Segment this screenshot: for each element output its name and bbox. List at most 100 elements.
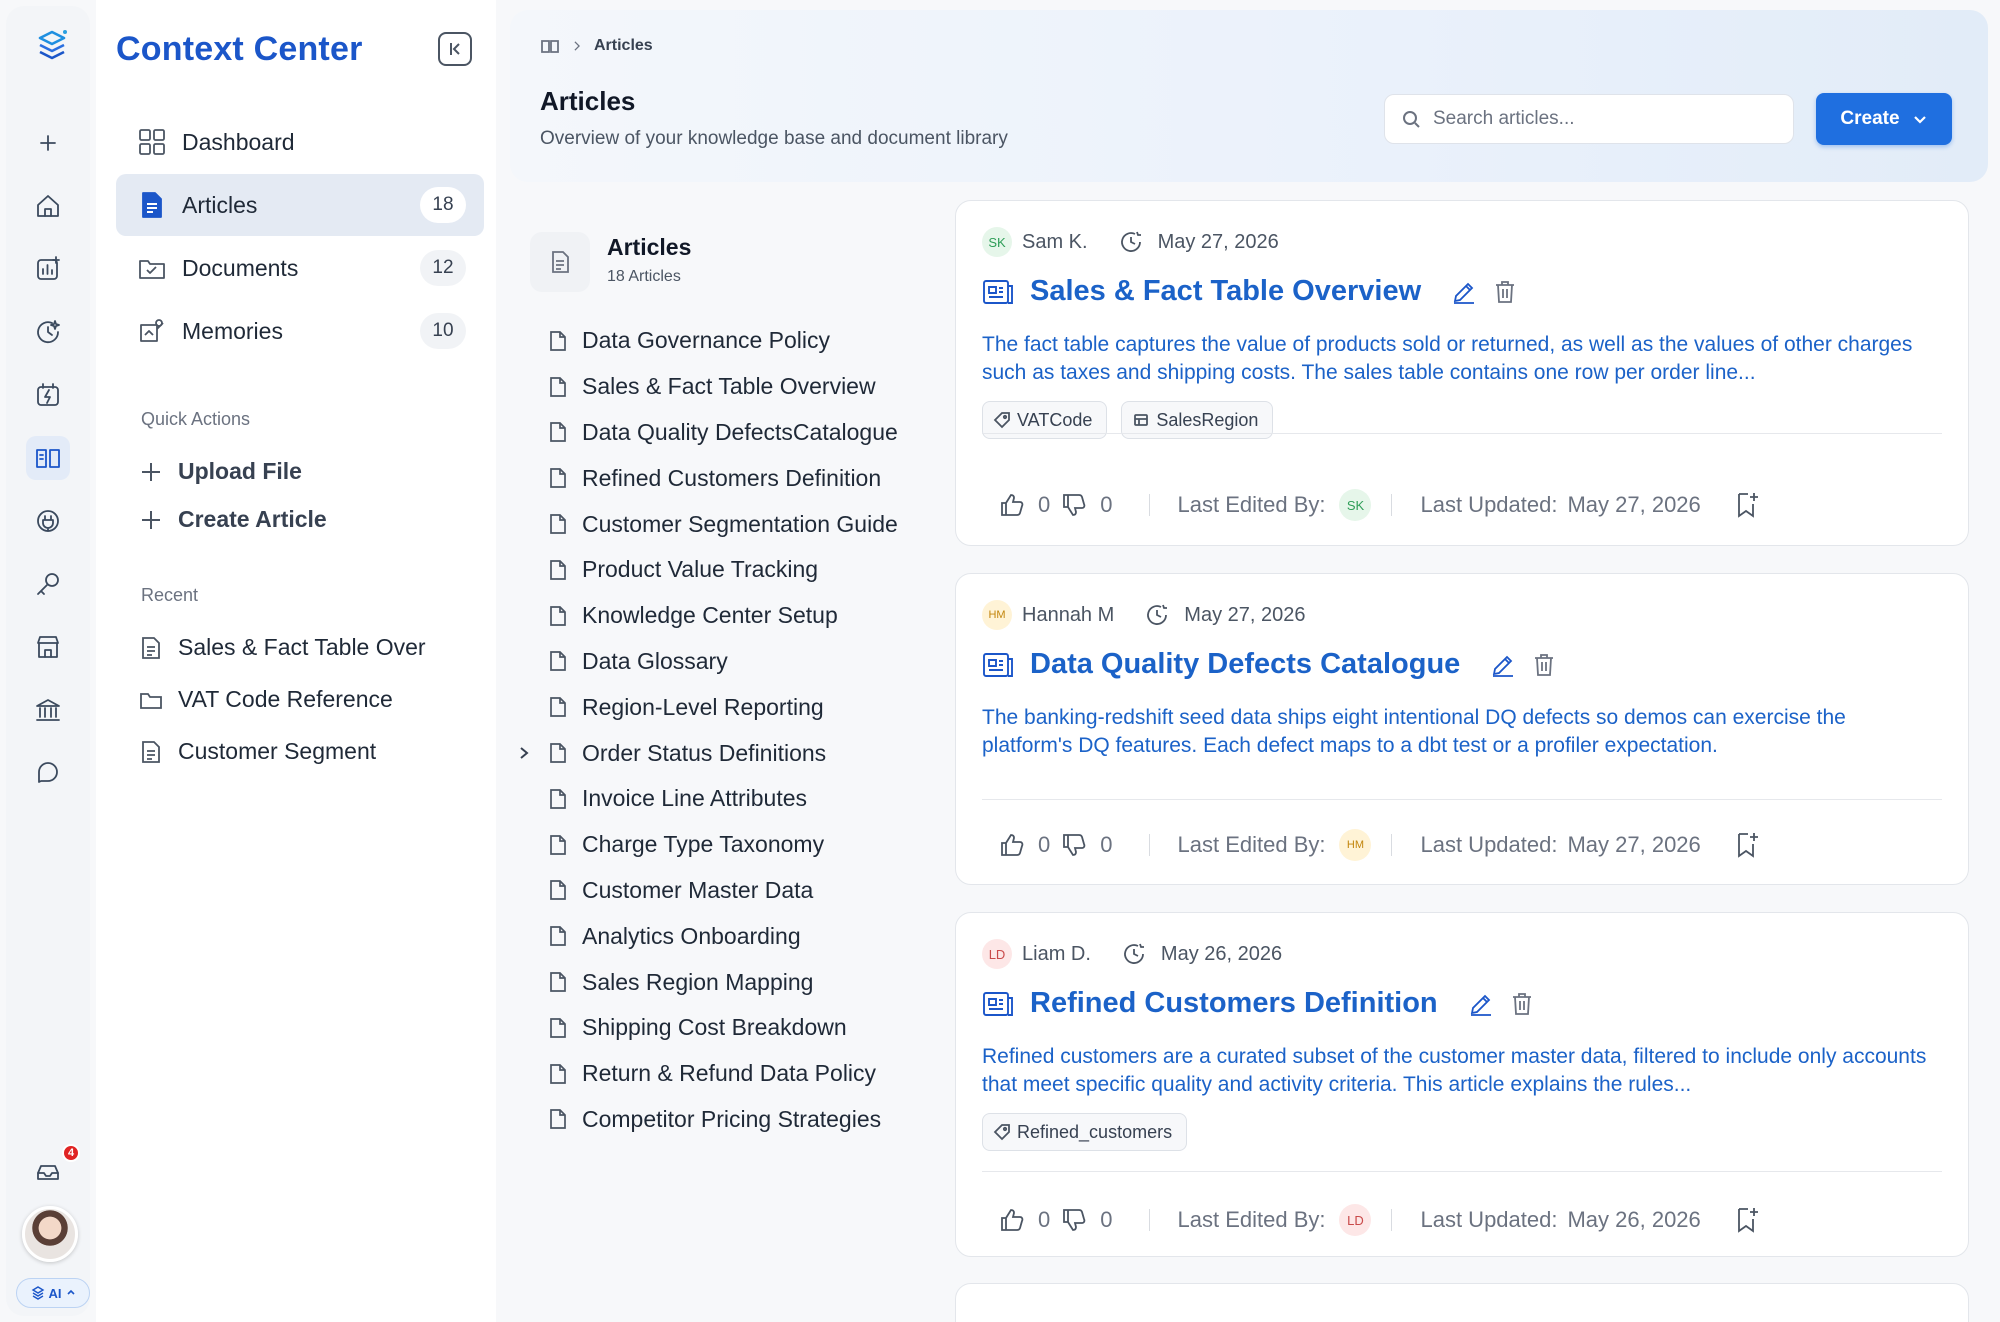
article-title[interactable]: Data Quality Defects Catalogue (1030, 648, 1460, 681)
nav-item-dashboard[interactable]: Dashboard (116, 111, 484, 173)
tree-item[interactable]: Refined Customers Definition (548, 455, 898, 501)
delete-icon[interactable] (1510, 991, 1534, 1017)
article-title[interactable]: Refined Customers Definition (1030, 987, 1438, 1020)
tree-item[interactable]: Data Governance Policy (548, 318, 898, 364)
edit-icon[interactable] (1451, 279, 1477, 305)
article-card[interactable]: HM Hannah M May 27, 2026 Data Quality Defec… (955, 573, 1969, 885)
tree-item-label: Data Quality DefectsCatalogue (582, 418, 898, 445)
breadcrumb-current[interactable]: Articles (594, 37, 653, 55)
document-icon (550, 1063, 566, 1084)
tree-item[interactable]: Sales Region Mapping (548, 959, 898, 1005)
delete-icon[interactable] (1532, 652, 1556, 678)
upload-file-label: Upload File (178, 458, 302, 484)
card-footer: 0 0 Last Edited By: HM Last Updated: May 27, … (998, 829, 1760, 861)
tree-item-label: Charge Type Taxonomy (582, 831, 825, 858)
ai-assistant-toggle[interactable]: AI (16, 1278, 90, 1308)
automation-icon[interactable] (26, 373, 70, 417)
folder-icon (140, 692, 162, 709)
thumbs-up-icon[interactable] (998, 831, 1026, 859)
edit-icon[interactable] (1468, 991, 1494, 1017)
tree-item[interactable]: Customer Segmentation Guide (548, 501, 898, 547)
recent-item[interactable]: Sales & Fact Table Over (138, 634, 468, 661)
user-avatar[interactable] (22, 1206, 78, 1262)
bookmark-add-icon[interactable] (1734, 491, 1760, 519)
edit-icon[interactable] (1490, 652, 1516, 678)
folder-icon (136, 252, 168, 284)
tree-item[interactable]: Data Glossary (548, 639, 898, 685)
analytics-icon[interactable] (26, 247, 70, 291)
nav-item-label: Articles (182, 191, 258, 218)
tree-item[interactable]: Order Status Definitions (520, 730, 898, 776)
history-icon[interactable] (26, 310, 70, 354)
clock-icon (1147, 604, 1168, 625)
chat-icon[interactable] (26, 751, 70, 795)
thumbs-down-icon[interactable] (1060, 831, 1088, 859)
like-count: 0 (1038, 832, 1051, 857)
create-button[interactable]: Create (1816, 93, 1952, 145)
thumbs-down-icon[interactable] (1060, 1206, 1088, 1234)
bookmark-add-icon[interactable] (1734, 831, 1760, 859)
tree-item[interactable]: Competitor Pricing Strategies (548, 1097, 898, 1143)
dislike-count: 0 (1100, 492, 1113, 517)
tree-item[interactable]: Product Value Tracking (548, 547, 898, 593)
integrations-icon[interactable] (26, 499, 70, 543)
delete-icon[interactable] (1493, 279, 1517, 305)
tree-item[interactable]: Return & Refund Data Policy (548, 1051, 898, 1097)
nav-item-documents[interactable]: Documents 12 (116, 237, 484, 299)
tree-item[interactable]: Charge Type Taxonomy (548, 822, 898, 868)
knowledge-book-icon[interactable] (26, 436, 70, 480)
author-name: Sam K. (1022, 230, 1088, 253)
search-input[interactable] (1433, 108, 1773, 130)
article-icon (983, 652, 1013, 677)
tag-chip[interactable]: Refined_customers (982, 1113, 1188, 1151)
create-article-button[interactable]: Create Article (138, 506, 327, 533)
search-box[interactable] (1384, 94, 1794, 144)
bookmark-add-icon[interactable] (1734, 1206, 1760, 1234)
tag-label: VATCode (1017, 409, 1093, 430)
thumbs-up-icon[interactable] (998, 1206, 1026, 1234)
article-description: The banking-redshift seed data ships eig… (982, 706, 1846, 757)
footer-separator (1148, 1209, 1150, 1231)
tree-item-label: Customer Master Data (582, 876, 814, 903)
card-meta: SK Sam K. May 27, 2026 (982, 227, 1279, 257)
clock-icon (1120, 231, 1141, 252)
last-updated-date: May 26, 2026 (1567, 1207, 1701, 1232)
card-title-row: Sales & Fact Table Overview (982, 275, 1517, 308)
recent-item[interactable]: Customer Segment (138, 738, 468, 765)
tree-item[interactable]: Customer Master Data (548, 868, 898, 914)
created-date: May 26, 2026 (1160, 942, 1283, 965)
article-card-partial[interactable] (955, 1283, 1969, 1322)
tree-item[interactable]: Sales & Fact Table Overview (548, 364, 898, 410)
tree-item[interactable]: Data Quality DefectsCatalogue (548, 410, 898, 456)
recent-item[interactable]: VAT Code Reference (138, 686, 468, 713)
article-card[interactable]: SK Sam K. May 27, 2026 Sales & Fact Table O… (955, 200, 1969, 546)
upload-file-button[interactable]: Upload File (138, 458, 302, 485)
icon-rail: 4 AI (6, 6, 90, 1316)
editor-avatar: HM (1339, 829, 1372, 861)
nav-item-articles[interactable]: Articles 18 (116, 174, 484, 236)
tree-item[interactable]: Analytics Onboarding (548, 913, 898, 959)
thumbs-down-icon[interactable] (1060, 491, 1088, 519)
article-title[interactable]: Sales & Fact Table Overview (1030, 275, 1421, 308)
tree-item[interactable]: Region-Level Reporting (548, 684, 898, 730)
nav-item-memories[interactable]: Memories 10 (116, 300, 484, 362)
tree-item-label: Data Glossary (582, 647, 728, 674)
collapse-sidebar-button[interactable] (438, 32, 472, 66)
chevron-right-icon[interactable] (516, 745, 532, 761)
card-divider (982, 433, 1942, 434)
tree-item[interactable]: Knowledge Center Setup (548, 593, 898, 639)
new-icon[interactable] (26, 121, 70, 165)
last-edited-label: Last Edited By: (1177, 832, 1326, 857)
home-icon[interactable] (26, 184, 70, 228)
document-icon (550, 926, 566, 947)
document-icon (550, 743, 566, 763)
tree-item[interactable]: Invoice Line Attributes (548, 776, 898, 822)
store-icon[interactable] (26, 625, 70, 669)
thumbs-up-icon[interactable] (998, 491, 1026, 519)
article-card[interactable]: LD Liam D. May 26, 2026 Refined Customers D… (955, 912, 1969, 1257)
tools-icon[interactable] (26, 562, 70, 606)
tree-item-label: Refined Customers Definition (582, 464, 882, 491)
tree-item[interactable]: Shipping Cost Breakdown (548, 1005, 898, 1051)
institution-icon[interactable] (26, 688, 70, 732)
tree-item-label: Shipping Cost Breakdown (582, 1014, 847, 1041)
